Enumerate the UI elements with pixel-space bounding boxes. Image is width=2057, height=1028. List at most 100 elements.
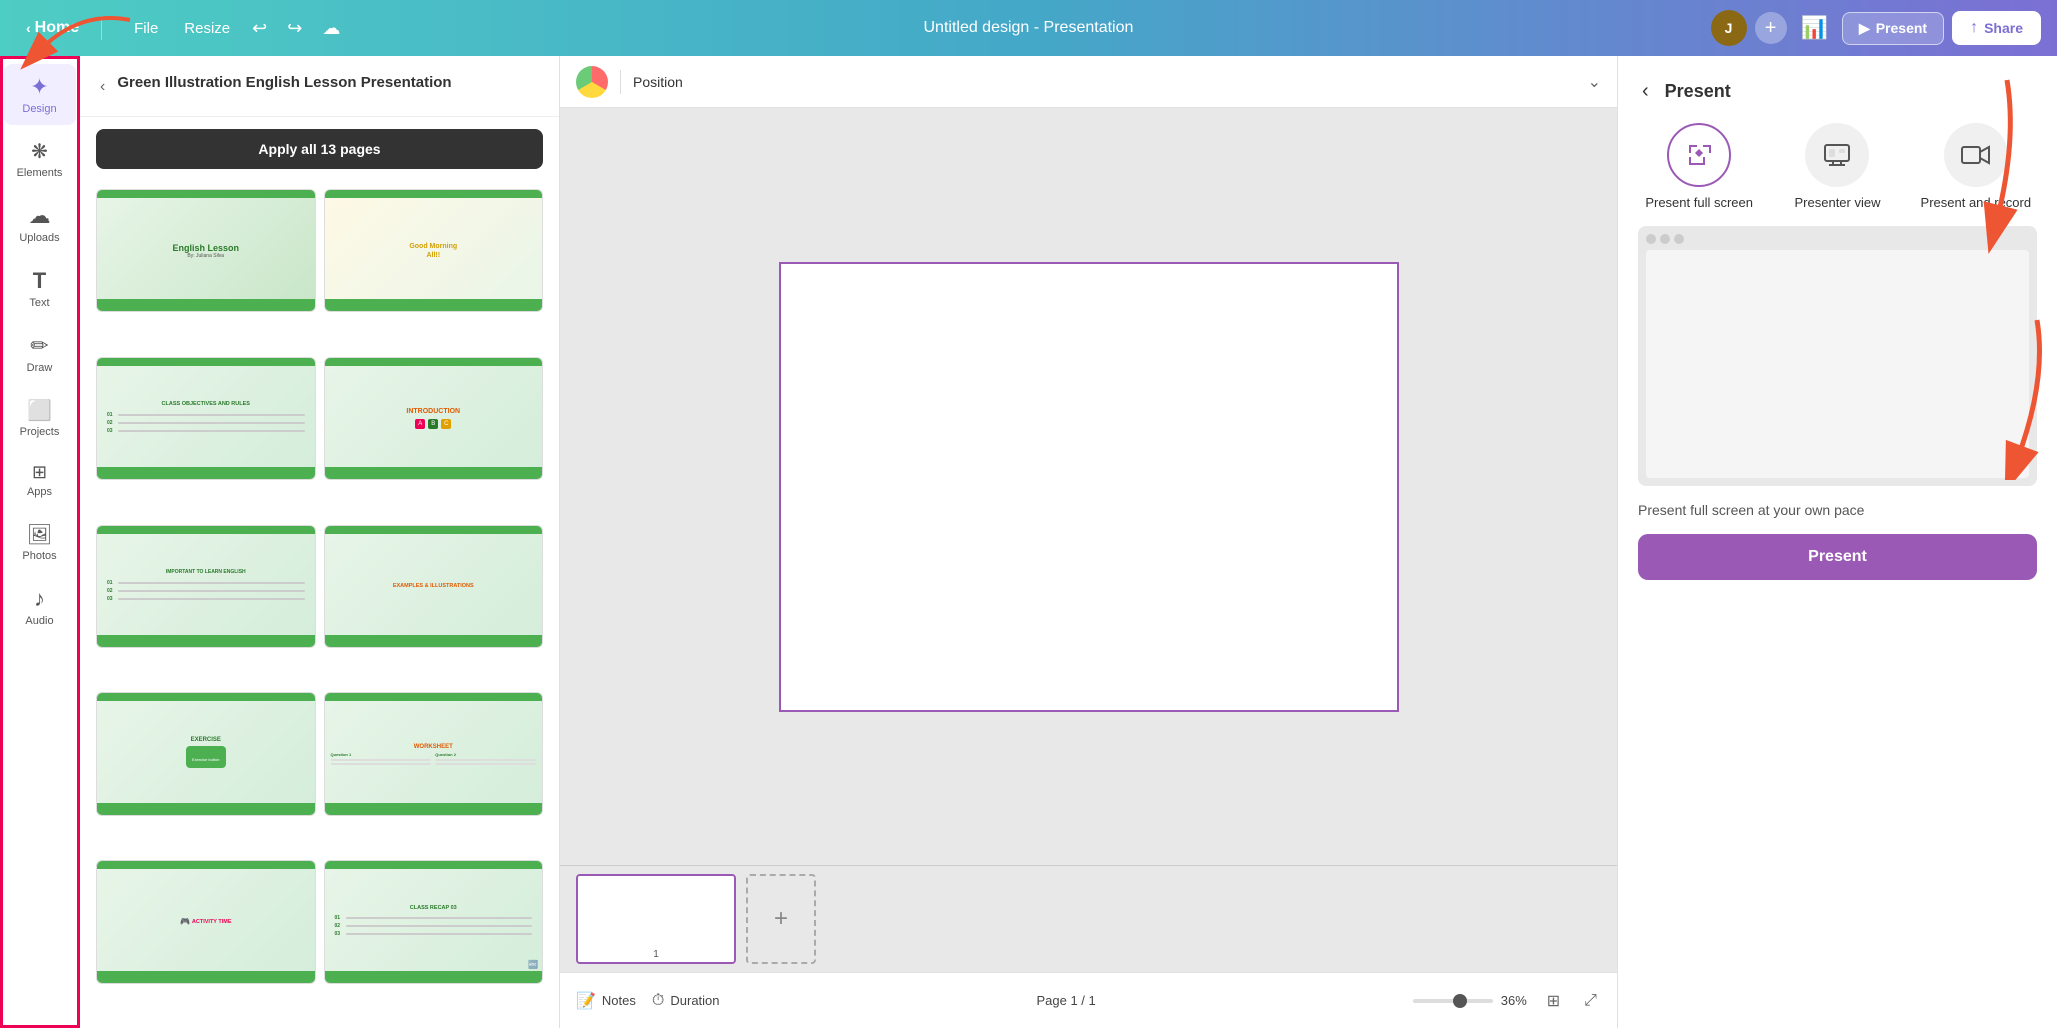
projects-label: Projects xyxy=(20,426,60,438)
slide-thumb-3[interactable]: CLASS OBJECTIVES AND RULES 01 02 03 xyxy=(96,357,316,480)
present-fullscreen-label: Present full screen xyxy=(1645,195,1753,210)
elements-icon: ❋ xyxy=(31,139,48,164)
present-fullscreen-option[interactable]: Present full screen xyxy=(1638,123,1760,210)
slide-thumb-9[interactable]: 🎮 ACTIVITY TIME xyxy=(96,860,316,983)
present-button[interactable]: ▶ Present xyxy=(1842,12,1944,45)
sidebar-item-projects[interactable]: ⬜ Projects xyxy=(4,388,76,448)
slide10-badge: 🔤 xyxy=(528,960,538,969)
draw-icon: ✏ xyxy=(30,333,48,359)
slide3-title: CLASS OBJECTIVES AND RULES xyxy=(162,401,250,407)
slide8-cols: Question 1 Question 2 xyxy=(331,752,537,765)
present-back-button[interactable]: ‹ xyxy=(1638,76,1653,107)
sidebar-item-apps[interactable]: ⊞ Apps xyxy=(4,452,76,508)
draw-label: Draw xyxy=(27,362,53,374)
slide-thumb-2[interactable]: Good MorningAll!! xyxy=(324,189,544,312)
slide10-title: CLASS RECAP 03 xyxy=(410,905,457,911)
topbar-right-actions: J + 📊 ▶ Present ↑ Share xyxy=(1711,9,2041,47)
slide10-content: 01 02 03 xyxy=(331,913,537,939)
filmstrip-slide-1[interactable]: 1 xyxy=(576,874,736,964)
sidebar-item-photos[interactable]: 🖼 Photos xyxy=(4,512,76,572)
slide-thumb-8[interactable]: WORKSHEET Question 1 Question 2 xyxy=(324,692,544,815)
slide-thumb-10[interactable]: CLASS RECAP 03 01 02 03 🔤 xyxy=(324,860,544,983)
photos-icon: 🖼 xyxy=(27,522,52,547)
sidebar-item-elements[interactable]: ❋ Elements xyxy=(4,129,76,189)
slide2-title: Good MorningAll!! xyxy=(409,242,457,260)
fullscreen-button[interactable]: ⤢ xyxy=(1580,988,1601,1014)
present-preview xyxy=(1638,226,2037,486)
sidebar-item-audio[interactable]: ♪ Audio xyxy=(4,576,76,637)
sidebar-item-text[interactable]: T Text xyxy=(4,258,76,319)
cloud-save-button[interactable]: ☁ xyxy=(316,12,346,45)
duration-label: Duration xyxy=(670,993,719,1008)
present-panel-title: Present xyxy=(1665,81,1731,102)
design-icon: ✦ xyxy=(30,74,48,100)
present-record-icon xyxy=(1944,123,2008,187)
notes-button[interactable]: 📝 Notes xyxy=(576,991,636,1011)
duration-button[interactable]: ⏱ Duration xyxy=(652,992,720,1010)
grid-view-button[interactable]: ⊞ xyxy=(1543,987,1564,1015)
sidebar-item-uploads[interactable]: ☁ Uploads xyxy=(4,193,76,254)
canvas-toolbar: Position ⌄ xyxy=(560,56,1617,108)
zoom-controls: 36% xyxy=(1413,993,1527,1008)
sidebar-icons: ✦ Design ❋ Elements ☁ Uploads T Text ✏ D… xyxy=(0,56,80,1028)
filmstrip-slide-1-number: 1 xyxy=(653,949,659,960)
apps-icon: ⊞ xyxy=(32,462,47,483)
design-label: Design xyxy=(22,103,56,115)
undo-button[interactable]: ↩ xyxy=(246,12,273,45)
present-record-label: Present and record xyxy=(1921,195,2032,210)
preview-dot-2 xyxy=(1660,234,1670,244)
home-button[interactable]: ‹ Home xyxy=(16,13,89,43)
notes-label: Notes xyxy=(602,993,636,1008)
slide-thumb-6[interactable]: EXAMPLES & ILLUSTRATIONS xyxy=(324,525,544,648)
redo-button[interactable]: ↪ xyxy=(281,12,308,45)
present-presenter-option[interactable]: Presenter view xyxy=(1776,123,1898,210)
present-panel: ‹ Present Present full screen xyxy=(1617,56,2057,1028)
canvas-main xyxy=(560,108,1617,865)
canvas-expand-icon[interactable]: ⌄ xyxy=(1588,72,1601,92)
user-avatar[interactable]: J xyxy=(1711,10,1747,46)
slide-thumb-5[interactable]: IMPORTANT TO LEARN ENGLISH 01 02 03 xyxy=(96,525,316,648)
add-collaborator-button[interactable]: + xyxy=(1755,12,1787,44)
home-label: Home xyxy=(35,19,79,37)
zoom-slider[interactable] xyxy=(1413,999,1493,1003)
collapse-panel-button[interactable]: ‹ xyxy=(96,74,109,100)
top-nav: File Resize xyxy=(122,14,242,43)
slide-thumb-4[interactable]: INTRODUCTION A B C xyxy=(324,357,544,480)
page-info: Page 1 / 1 xyxy=(1036,993,1095,1008)
slide7-title: EXERCISE xyxy=(191,737,221,743)
present-panel-header: ‹ Present xyxy=(1638,76,2037,107)
share-button[interactable]: ↑ Share xyxy=(1952,11,2041,45)
toolbar-divider xyxy=(620,70,621,94)
slide4-title: INTRODUCTION xyxy=(406,408,460,415)
document-title: Untitled design - Presentation xyxy=(354,19,1702,37)
position-label: Position xyxy=(633,74,683,90)
audio-label: Audio xyxy=(25,615,53,627)
filmstrip-add-slide[interactable]: + xyxy=(746,874,816,964)
slide-thumb-7[interactable]: EXERCISE Exercise button xyxy=(96,692,316,815)
file-menu[interactable]: File xyxy=(122,14,170,43)
home-chevron-icon: ‹ xyxy=(26,20,31,36)
slide3-content: 01 02 03 xyxy=(103,410,309,436)
present-options: Present full screen Presenter view xyxy=(1638,123,2037,210)
nav-divider xyxy=(101,16,102,40)
slide1-title: English Lesson xyxy=(172,243,239,253)
present-description: Present full screen at your own pace xyxy=(1638,502,2037,518)
slide-thumb-1[interactable]: English Lesson By: Juliana Silva xyxy=(96,189,316,312)
left-panel: ‹ Green Illustration English Lesson Pres… xyxy=(80,56,560,1028)
left-panel-header: ‹ Green Illustration English Lesson Pres… xyxy=(80,56,559,117)
slide5-title: IMPORTANT TO LEARN ENGLISH xyxy=(166,569,246,575)
projects-icon: ⬜ xyxy=(27,398,52,423)
share-label: Share xyxy=(1984,20,2023,36)
audio-icon: ♪ xyxy=(34,586,45,612)
present-record-option[interactable]: Present and record xyxy=(1915,123,2037,210)
sidebar-item-draw[interactable]: ✏ Draw xyxy=(4,323,76,384)
analytics-button[interactable]: 📊 xyxy=(1795,9,1834,47)
present-action-button[interactable]: Present xyxy=(1638,534,2037,580)
sidebar-item-design[interactable]: ✦ Design xyxy=(4,64,76,125)
color-circle[interactable] xyxy=(576,66,608,98)
resize-menu[interactable]: Resize xyxy=(172,14,242,43)
slide1-sub: By: Juliana Silva xyxy=(187,253,224,259)
apply-all-button[interactable]: Apply all 13 pages xyxy=(96,129,543,169)
slides-grid: English Lesson By: Juliana Silva Good Mo… xyxy=(80,181,559,1028)
canvas-slide[interactable] xyxy=(779,262,1399,712)
